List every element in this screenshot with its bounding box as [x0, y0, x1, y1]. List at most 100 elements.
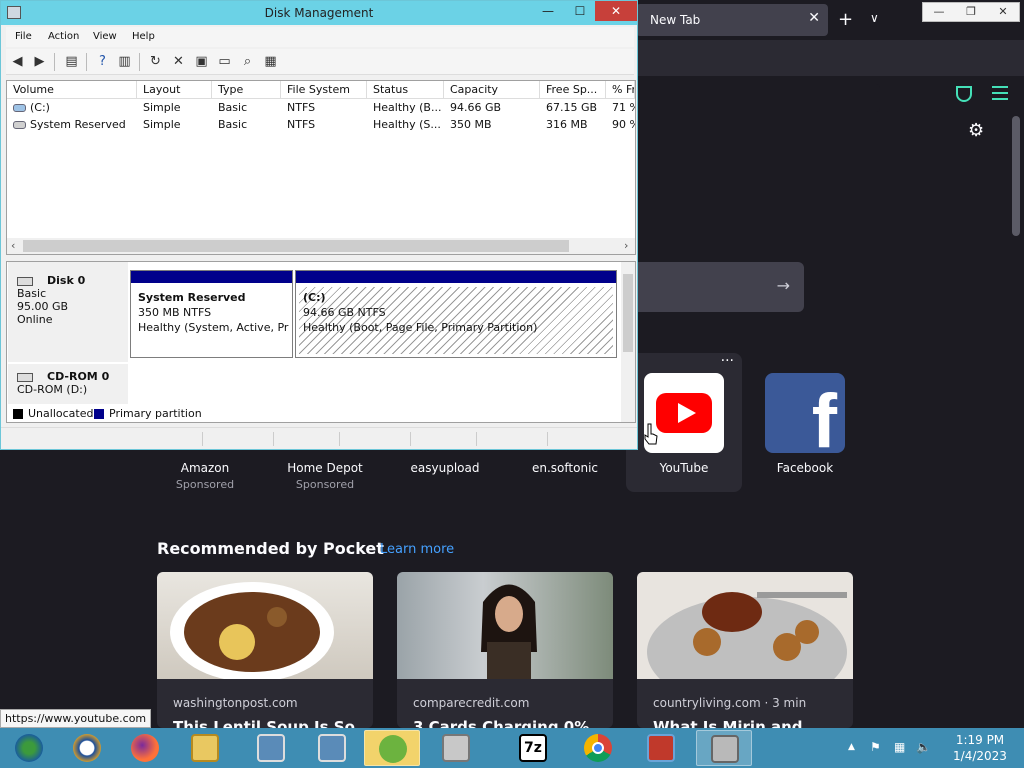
learn-more-link[interactable]: Learn more [380, 542, 454, 557]
network-icon[interactable]: ▦ [894, 740, 905, 754]
menu-action[interactable]: Action [48, 31, 79, 42]
disk-0-label[interactable]: Disk 0 Basic 95.00 GB Online [8, 262, 128, 362]
gear-icon[interactable]: ⚙ [968, 120, 984, 141]
menu-help[interactable]: Help [132, 31, 155, 42]
column-percent-free[interactable]: % Fr [606, 81, 635, 99]
cell-capacity: 94.66 GB [450, 101, 502, 114]
show-action-pane-icon[interactable]: ▥ [116, 53, 133, 70]
show-hidden-icons-icon[interactable]: ▲ [848, 742, 855, 752]
taskbar-network-connections[interactable] [243, 730, 299, 766]
disk-graphical-view: Disk 0 Basic 95.00 GB Online System Rese… [6, 261, 636, 423]
cell-type: Basic [218, 101, 248, 114]
url-bar[interactable] [636, 84, 880, 112]
top-site-facebook[interactable]: f Facebook [747, 373, 863, 475]
column-volume[interactable]: Volume [7, 81, 137, 99]
minimize-button[interactable]: — [533, 1, 563, 21]
toolbar: ◀ ▶ ▤ ? ▥ ↻ ✕ ▣ ▭ ⌕ ▦ [6, 49, 634, 75]
maximize-button[interactable]: ❐ [955, 3, 987, 21]
column-free-space[interactable]: Free Sp... [540, 81, 606, 99]
column-capacity[interactable]: Capacity [444, 81, 540, 99]
taskbar-hyper-v[interactable] [364, 730, 420, 766]
scrollbar-thumb[interactable] [1012, 116, 1020, 236]
disk-0-size: 95.00 GB [17, 300, 69, 313]
help-icon[interactable]: ? [94, 53, 111, 70]
table-row[interactable]: (C:) Simple Basic NTFS Healthy (B... 94.… [7, 99, 635, 116]
title-bar[interactable]: Disk Management — ☐ ✕ [1, 1, 637, 25]
partition-c[interactable]: (C:) 94.66 GB NTFS Healthy (Boot, Page F… [295, 270, 617, 358]
close-button[interactable]: ✕ [595, 1, 637, 21]
tab-close-icon[interactable]: ✕ [808, 10, 820, 26]
tile-label: en.softonic [532, 461, 598, 475]
clock[interactable]: 1:19 PM 1/4/2023 [940, 732, 1020, 764]
taskbar-firefox[interactable] [117, 730, 173, 766]
taskbar-file-explorer[interactable] [177, 730, 233, 766]
scroll-left-icon[interactable]: ‹ [11, 238, 15, 254]
partition-header [131, 271, 292, 283]
card-image-woman [397, 572, 613, 679]
action-center-flag-icon[interactable]: ⚑ [870, 740, 881, 754]
close-button[interactable]: ✕ [987, 3, 1019, 21]
pocket-card[interactable]: washingtonpost.com This Lentil Soup Is S… [157, 572, 373, 728]
search-arrow-icon[interactable]: → [777, 276, 790, 295]
clock-date: 1/4/2023 [953, 749, 1007, 763]
more-options-icon[interactable]: ··· [721, 353, 734, 369]
new-tab-button[interactable]: + [838, 9, 853, 30]
cdrom-0-label[interactable]: CD-ROM 0 CD-ROM (D:) [8, 364, 128, 404]
disk-management-window: Disk Management — ☐ ✕ File Action View H… [0, 0, 638, 450]
pocket-card[interactable]: countryliving.com · 3 min What Is Mirin … [637, 572, 853, 728]
taskbar-disk-management[interactable] [696, 730, 752, 766]
volume-icon[interactable]: 🔈 [916, 740, 931, 754]
taskbar-windows-server-backup[interactable] [59, 730, 115, 766]
scroll-right-icon[interactable]: › [624, 238, 628, 254]
horizontal-scrollbar[interactable]: ‹ › [7, 238, 635, 254]
menu-view[interactable]: View [93, 31, 117, 42]
refresh-icon[interactable]: ↻ [147, 53, 164, 70]
scrollbar-thumb[interactable] [623, 274, 633, 352]
maximize-button[interactable]: ☐ [565, 1, 595, 21]
taskbar-remote-desktop[interactable] [633, 730, 689, 766]
tile-label: Home Depot [287, 461, 363, 475]
tile-label: Amazon [180, 461, 230, 475]
vertical-scrollbar[interactable] [621, 262, 635, 422]
delete-icon[interactable]: ✕ [170, 53, 187, 70]
list-all-tabs-button[interactable]: ∨ [870, 11, 879, 25]
minimize-button[interactable]: — [923, 3, 955, 21]
column-type[interactable]: Type [212, 81, 281, 99]
disk-properties-icon[interactable]: ▦ [262, 53, 279, 70]
cell-free-space: 67.15 GB [546, 101, 598, 114]
taskbar-chrome[interactable] [570, 730, 626, 766]
clock-time: 1:19 PM [955, 733, 1005, 747]
card-title: What Is Mirin and [653, 718, 803, 728]
show-hide-console-tree-icon[interactable]: ▤ [63, 53, 80, 70]
disk-0-name: Disk 0 [17, 274, 128, 287]
column-status[interactable]: Status [367, 81, 444, 99]
cell-percent-free: 90 % [612, 118, 635, 131]
page-scrollbar[interactable] [1010, 104, 1022, 724]
tab-new-tab[interactable]: New Tab ✕ [636, 4, 828, 36]
pocket-card[interactable]: comparecredit.com 3 Cards Charging 0% [397, 572, 613, 728]
taskbar-network-device[interactable] [428, 730, 484, 766]
column-layout[interactable]: Layout [137, 81, 212, 99]
hamburger-menu-icon[interactable] [992, 86, 1008, 100]
tile-label: Facebook [776, 461, 834, 475]
menu-file[interactable]: File [15, 31, 32, 42]
partition-header [296, 271, 616, 283]
partition-system-reserved[interactable]: System Reserved 350 MB NTFS Healthy (Sys… [130, 270, 293, 358]
properties-icon[interactable]: ▣ [193, 53, 210, 70]
taskbar-7-zip[interactable]: 7z [505, 730, 561, 766]
search-box[interactable]: → [636, 262, 804, 312]
pocket-icon[interactable] [956, 86, 972, 102]
open-icon[interactable]: ▭ [216, 53, 233, 70]
column-file-system[interactable]: File System [281, 81, 367, 99]
cell-layout: Simple [143, 101, 181, 114]
taskbar-network-connections-2[interactable] [304, 730, 360, 766]
back-icon[interactable]: ◀ [9, 53, 26, 70]
pocket-heading: Recommended by Pocket [157, 539, 384, 558]
forward-icon[interactable]: ▶ [31, 53, 48, 70]
partition-body: System Reserved 350 MB NTFS Healthy (Sys… [138, 291, 289, 334]
search-icon[interactable]: ⌕ [239, 53, 256, 70]
table-row[interactable]: System Reserved Simple Basic NTFS Health… [7, 116, 635, 133]
cell-free-space: 316 MB [546, 118, 588, 131]
scrollbar-thumb[interactable] [23, 240, 569, 252]
taskbar-windows-media-center[interactable] [1, 730, 57, 766]
